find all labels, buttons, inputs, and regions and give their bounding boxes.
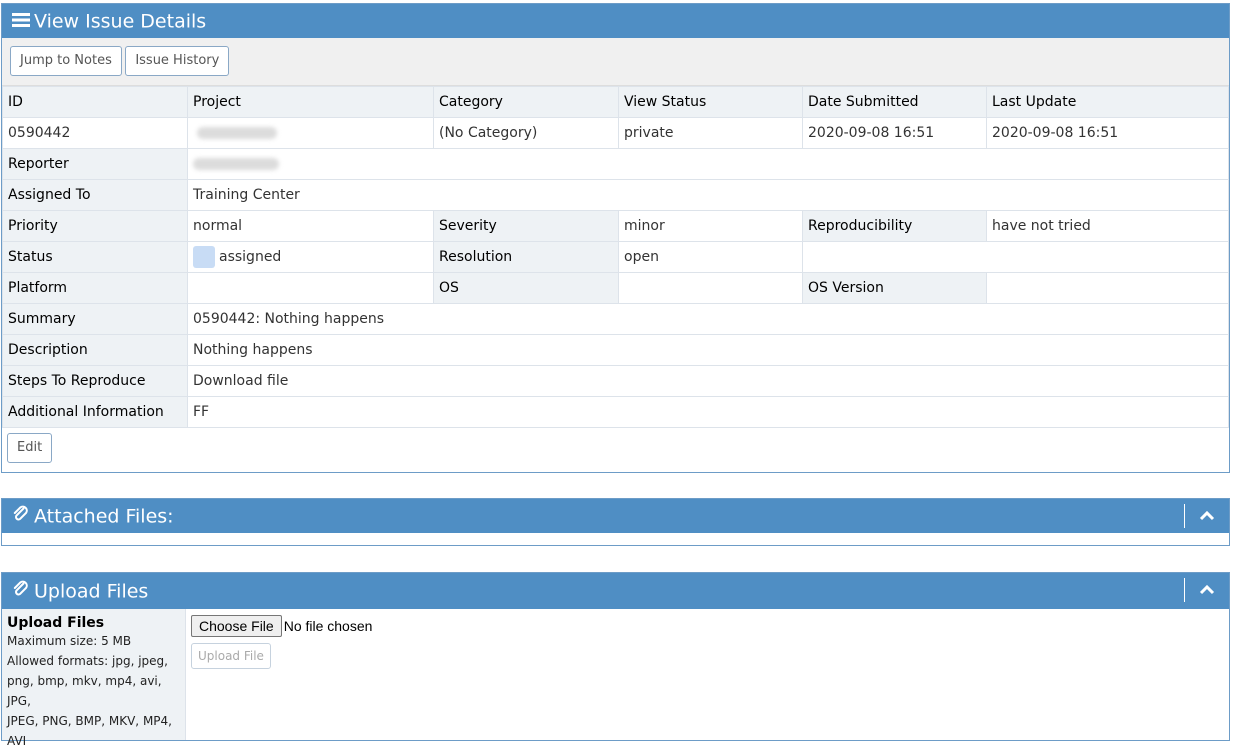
paperclip-icon [12, 574, 30, 610]
paperclip-icon [12, 500, 30, 534]
upload-files-panel: Upload Files Upload Files Maximum size: … [1, 572, 1230, 748]
table-row: Reporter [2, 148, 1229, 180]
table-row: Status assigned Resolution open [2, 241, 1229, 273]
column-header: ID [2, 86, 188, 118]
table-row: Priority normal Severity minor Reproduci… [2, 210, 1229, 242]
panel-title: View Issue Details [34, 10, 207, 33]
platform-value [187, 272, 434, 304]
no-file-text: No file chosen [283, 618, 373, 634]
panel-title: Attached Files: [34, 505, 174, 528]
reproducibility-value: have not tried [986, 210, 1229, 242]
table-row: Steps To Reproduce Download file [2, 365, 1229, 397]
collapse-toggle[interactable] [1184, 504, 1229, 528]
issue-details-header: View Issue Details [2, 4, 1229, 38]
priority-label: Priority [2, 210, 188, 242]
category-value: (No Category) [433, 117, 619, 149]
reporter-label: Reporter [2, 148, 188, 180]
status-text: assigned [219, 249, 282, 265]
upload-files-header[interactable]: Upload Files [2, 573, 1229, 609]
upload-body: Upload Files Maximum size: 5 MB Allowed … [2, 609, 1229, 748]
table-row: Summary 0590442: Nothing happens [2, 303, 1229, 335]
status-label: Status [2, 241, 188, 273]
column-header: Date Submitted [802, 86, 987, 118]
table-row: Additional Information FF [2, 396, 1229, 428]
additional-info-label: Additional Information [2, 396, 188, 428]
issue-details-panel: View Issue Details Jump to Notes Issue H… [1, 3, 1230, 473]
date-submitted-value: 2020-09-08 16:51 [802, 117, 987, 149]
resolution-value: open [618, 241, 803, 273]
assigned-to-value: Training Center [187, 179, 1229, 211]
project-value [187, 117, 434, 149]
upload-file-button[interactable]: Upload File [191, 643, 271, 669]
allowed-formats-line: Allowed formats: jpg, jpeg, [7, 654, 168, 668]
priority-value: normal [187, 210, 434, 242]
max-size-text: Maximum size: 5 MB [7, 634, 132, 648]
assigned-to-label: Assigned To [2, 179, 188, 211]
allowed-formats-line: png, bmp, mkv, mp4, avi, JPG, [7, 674, 162, 708]
status-color-swatch [193, 246, 215, 268]
table-row: Assigned To Training Center [2, 179, 1229, 211]
column-header: View Status [618, 86, 803, 118]
attached-files-panel: Attached Files: [1, 498, 1230, 546]
redacted-reporter [193, 158, 279, 170]
table-header-row: ID Project Category View Status Date Sub… [2, 86, 1229, 118]
description-value: Nothing happens [187, 334, 1229, 366]
os-value [618, 272, 803, 304]
reporter-value [187, 148, 1229, 180]
column-header: Last Update [986, 86, 1229, 118]
allowed-formats-line: JPEG, PNG, BMP, MKV, MP4, [7, 714, 172, 728]
steps-value: Download file [187, 365, 1229, 397]
severity-value: minor [618, 210, 803, 242]
status-value: assigned [187, 241, 434, 273]
panel-title: Upload Files [34, 580, 149, 603]
summary-value: 0590442: Nothing happens [187, 303, 1229, 335]
table-row: Platform OS OS Version [2, 272, 1229, 304]
last-update-value: 2020-09-08 16:51 [986, 117, 1229, 149]
severity-label: Severity [433, 210, 619, 242]
upload-controls: Choose File No file chosen Upload File [186, 609, 377, 740]
jump-to-notes-button[interactable]: Jump to Notes [10, 46, 122, 76]
additional-info-value: FF [187, 396, 1229, 428]
menu-icon [12, 5, 30, 39]
redacted-project [197, 127, 277, 139]
upload-info: Upload Files Maximum size: 5 MB Allowed … [2, 609, 186, 748]
os-version-value [986, 272, 1229, 304]
allowed-formats-line: AVI [7, 734, 27, 748]
steps-label: Steps To Reproduce [2, 365, 188, 397]
description-label: Description [2, 334, 188, 366]
collapse-toggle[interactable] [1184, 578, 1229, 602]
os-label: OS [433, 272, 619, 304]
attached-files-header[interactable]: Attached Files: [2, 499, 1229, 533]
choose-file-button[interactable]: Choose File [191, 615, 282, 637]
edit-button[interactable]: Edit [7, 433, 53, 463]
column-header: Category [433, 86, 619, 118]
table-row: Description Nothing happens [2, 334, 1229, 366]
issue-toolbar: Jump to Notes Issue History [2, 38, 1229, 86]
reproducibility-label: Reproducibility [802, 210, 987, 242]
summary-label: Summary [2, 303, 188, 335]
chevron-up-icon [1199, 584, 1215, 595]
empty-cell [802, 241, 1229, 273]
issue-id: 0590442 [2, 117, 188, 149]
issue-history-button[interactable]: Issue History [125, 46, 230, 76]
upload-label: Upload Files [7, 615, 105, 631]
column-header: Project [187, 86, 434, 118]
os-version-label: OS Version [802, 272, 987, 304]
table-row: 0590442 (No Category) private 2020-09-08… [2, 117, 1229, 149]
chevron-up-icon [1199, 510, 1215, 521]
edit-row: Edit [2, 428, 1229, 468]
resolution-label: Resolution [433, 241, 619, 273]
view-status-value: private [618, 117, 803, 149]
platform-label: Platform [2, 272, 188, 304]
issue-details-table: ID Project Category View Status Date Sub… [2, 86, 1229, 428]
